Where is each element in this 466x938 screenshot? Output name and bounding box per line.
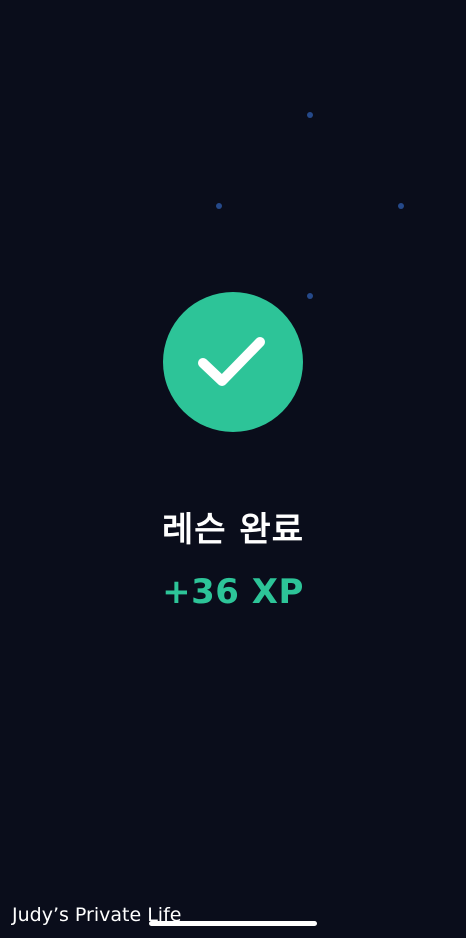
xp-reward: +36 XP bbox=[162, 572, 304, 612]
confetti-dot bbox=[307, 293, 313, 299]
confetti-dot bbox=[216, 203, 222, 209]
home-indicator[interactable] bbox=[149, 921, 317, 926]
confetti-dot bbox=[307, 112, 313, 118]
success-badge bbox=[163, 292, 303, 432]
lesson-complete-title: 레슨 완료 bbox=[162, 510, 304, 550]
checkmark-icon bbox=[198, 337, 265, 386]
confetti-dot bbox=[398, 203, 404, 209]
